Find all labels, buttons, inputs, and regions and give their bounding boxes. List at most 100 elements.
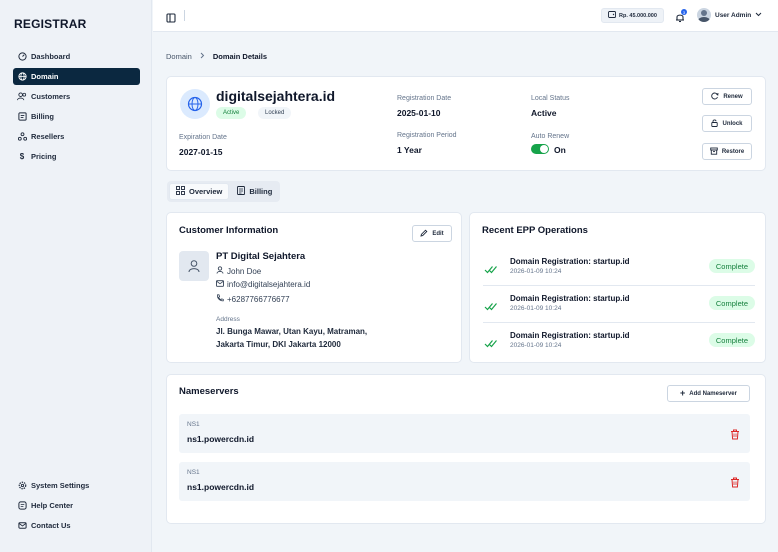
epp-operation-title: Domain Registration: startup.id (510, 257, 630, 266)
restore-label: Restore (721, 148, 745, 155)
sidebar-item-label: Contact Us (31, 521, 71, 530)
registration-date-label: Registration Date (397, 95, 452, 102)
auto-renew-label: Auto Renew (531, 133, 570, 140)
nameservers-title: Nameservers (179, 386, 239, 397)
sidebar-nav: Dashboard Domain Customers Billing Resel… (13, 48, 140, 168)
recent-epp-operations-card: Recent EPP Operations Domain Registratio… (469, 212, 766, 363)
renew-button[interactable]: Renew (702, 88, 752, 105)
unlock-button[interactable]: Unlock (702, 115, 752, 132)
user-name: User Admin (715, 11, 752, 19)
sidebar-item-help-center[interactable]: Help Center (13, 497, 140, 514)
expiration-date-label: Expiration Date (179, 134, 227, 141)
add-nameserver-label: Add Nameserver (689, 390, 737, 397)
sidebar-item-billing[interactable]: Billing (13, 108, 140, 125)
tab-label: Billing (249, 187, 273, 196)
auto-renew-toggle[interactable] (531, 144, 549, 154)
plus-icon: + (680, 388, 686, 398)
customer-company: PT Digital Sejahtera (216, 251, 306, 262)
nameservers-card: Nameservers + Add Nameserver NS1 ns1.pow… (166, 374, 766, 524)
sidebar-item-system-settings[interactable]: System Settings (13, 477, 140, 494)
user-menu[interactable]: User Admin (697, 8, 762, 22)
wallet-icon (608, 11, 616, 20)
restore-button[interactable]: Restore (702, 143, 752, 160)
address-line-2: Jakarta Timur, DKI Jakarta 12000 (216, 340, 341, 349)
sidebar-item-label: Pricing (31, 152, 57, 161)
breadcrumb-link-domain[interactable]: Domain (166, 52, 192, 61)
archive-icon (710, 147, 718, 157)
tab-billing[interactable]: Billing (231, 183, 278, 200)
nameserver-value: ns1.powercdn.id (187, 482, 255, 492)
edit-customer-button[interactable]: Edit (412, 225, 452, 242)
topbar: Rp. 45.000.000 3 User Admin (153, 0, 778, 32)
customer-address: Jl. Bunga Mawar, Utan Kayu, Matraman, Ja… (216, 325, 367, 351)
customer-information-title: Customer Information (179, 225, 279, 236)
sidebar-toggle-icon[interactable] (166, 10, 176, 28)
chevron-down-icon (755, 12, 762, 19)
sidebar-bottom-nav: System Settings Help Center Contact Us (13, 477, 140, 537)
nameserver-value: ns1.powercdn.id (187, 434, 255, 444)
sidebar-item-label: Domain (31, 72, 59, 81)
resellers-icon (17, 132, 27, 142)
sidebar-item-contact-us[interactable]: Contact Us (13, 517, 140, 534)
customer-phone: +6287766776677 (227, 294, 290, 304)
breadcrumb-current: Domain Details (212, 52, 268, 61)
nameserver-label: NS1 (187, 469, 200, 476)
person-icon (179, 251, 209, 281)
sidebar: REGISTRAR Dashboard Domain Customers Bil… (0, 0, 152, 552)
sidebar-item-resellers[interactable]: Resellers (13, 128, 140, 145)
local-status-value: Active (531, 108, 557, 118)
sidebar-item-label: Dashboard (31, 52, 71, 61)
unlock-label: Unlock (722, 120, 743, 127)
tab-overview[interactable]: Overview (169, 183, 230, 200)
phone-icon (216, 294, 224, 304)
epp-operation-title: Domain Registration: startup.id (510, 294, 630, 303)
list-item: Domain Registration: startup.id 2026-01-… (483, 249, 755, 286)
billing-icon (17, 112, 27, 122)
dashboard-icon (17, 52, 27, 62)
sidebar-item-label: Customers (31, 92, 71, 101)
detail-tabs: Overview Billing (167, 181, 281, 202)
sidebar-item-pricing[interactable]: $ Pricing (13, 148, 140, 165)
sidebar-item-label: Resellers (31, 132, 65, 141)
document-icon (237, 186, 246, 197)
nameserver-label: NS1 (187, 421, 200, 428)
status-badge-locked: Locked (258, 107, 292, 119)
list-item: Domain Registration: startup.id 2026-01-… (483, 323, 755, 360)
sidebar-item-customers[interactable]: Customers (13, 88, 140, 105)
trash-icon[interactable] (730, 427, 740, 445)
double-check-icon (484, 261, 498, 279)
epp-operation-title: Domain Registration: startup.id (510, 331, 630, 340)
recent-epp-operations-title: Recent EPP Operations (482, 225, 588, 236)
balance-amount: Rp. 45.000.000 (619, 12, 657, 19)
sidebar-item-label: Billing (31, 112, 54, 121)
chevron-right-icon (200, 52, 205, 61)
status-badge: Complete (708, 259, 755, 273)
epp-operation-time: 2026-01-09 10:24 (510, 305, 562, 312)
address-line-1: Jl. Bunga Mawar, Utan Kayu, Matraman, (216, 327, 368, 336)
double-check-icon (484, 335, 498, 353)
domain-name: digitalsejahtera.id (216, 88, 336, 104)
divider (184, 10, 185, 21)
help-icon (17, 501, 27, 511)
trash-icon[interactable] (730, 475, 740, 493)
nameserver-row: NS1 ns1.powercdn.id (179, 414, 750, 453)
dollar-icon: $ (19, 152, 25, 161)
list-item: Domain Registration: startup.id 2026-01-… (483, 286, 755, 323)
add-nameserver-button[interactable]: + Add Nameserver (667, 385, 750, 402)
refresh-icon (711, 92, 719, 102)
epp-operation-time: 2026-01-09 10:24 (510, 342, 562, 349)
balance-badge[interactable]: Rp. 45.000.000 (601, 8, 664, 23)
sidebar-item-label: System Settings (31, 481, 90, 490)
registration-period-value: 1 Year (397, 145, 422, 155)
domain-header-card: digitalsejahtera.id Active Locked Regist… (166, 76, 766, 171)
sidebar-item-domain[interactable]: Domain (13, 68, 140, 85)
globe-icon (17, 72, 27, 82)
sidebar-item-dashboard[interactable]: Dashboard (13, 48, 140, 65)
address-label: Address (216, 316, 240, 323)
user-icon (216, 266, 224, 276)
local-status-label: Local Status (531, 95, 570, 102)
customer-contact-name: John Doe (227, 266, 262, 276)
mail-icon (17, 521, 27, 531)
notification-badge: 3 (681, 9, 687, 15)
customer-email: info@digitalsejahtera.id (227, 280, 311, 289)
